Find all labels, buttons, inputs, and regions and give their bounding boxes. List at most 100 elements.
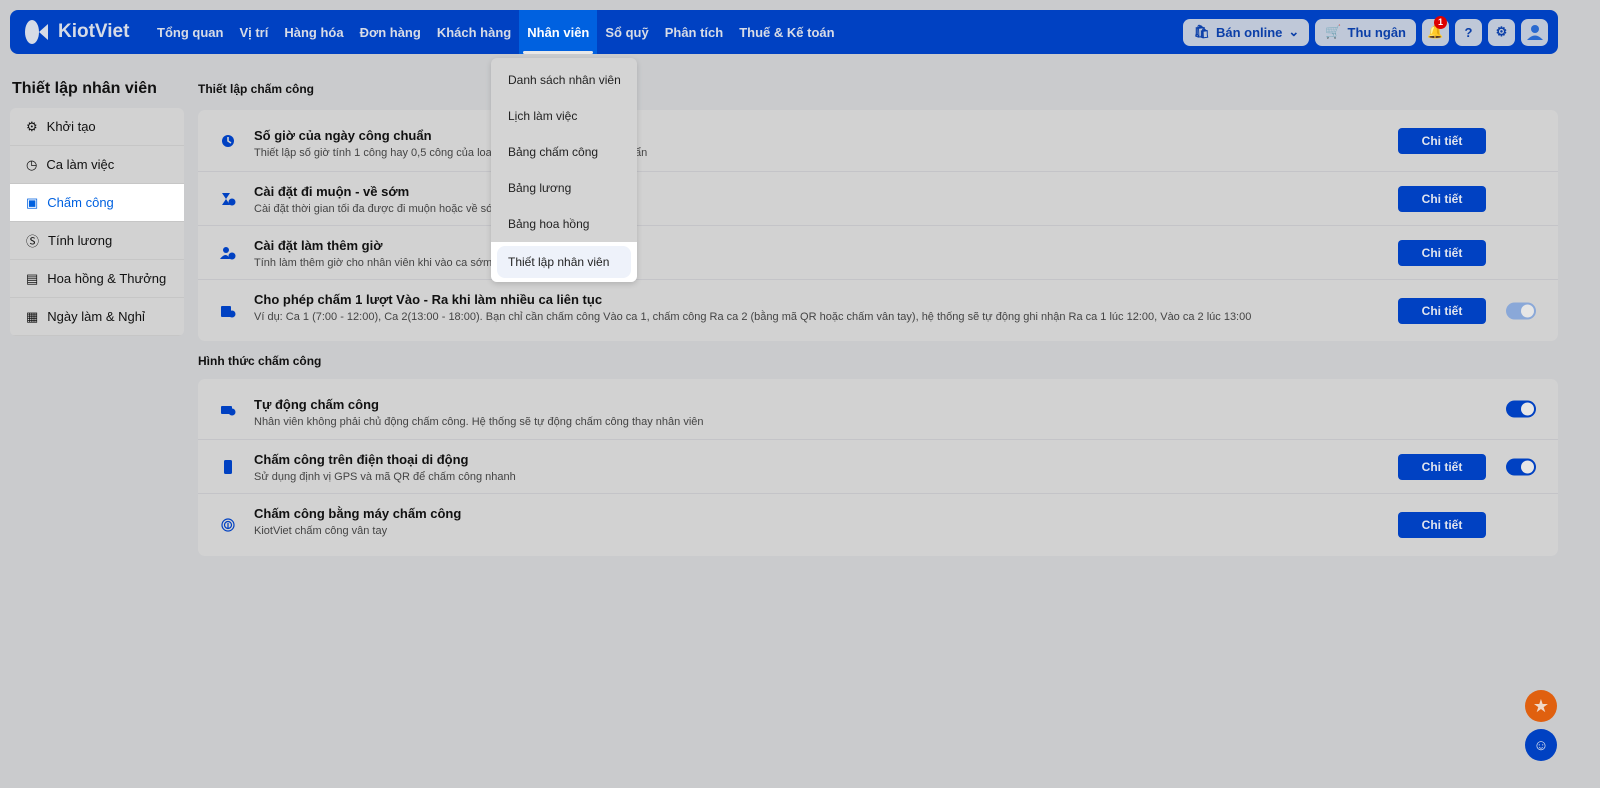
setting-row: Cài đặt đi muộn - về sớm Cài đặt thời gi… xyxy=(198,172,1558,226)
help-button[interactable]: ? xyxy=(1455,18,1482,46)
menu-item-lich-lam-viec[interactable]: Lịch làm việc xyxy=(491,98,637,134)
nhan-vien-dropdown-menu: Danh sách nhân viên Lịch làm việc Bảng c… xyxy=(491,58,637,282)
setting-desc: Thiết lập số giờ tính 1 công hay 0,5 côn… xyxy=(254,147,492,159)
user-icon xyxy=(1526,25,1543,40)
headset-icon: ☺ xyxy=(1533,736,1549,754)
setting-title: Chấm công bằng máy chấm công xyxy=(254,506,462,521)
notification-button[interactable]: 🔔 1 xyxy=(1422,15,1449,46)
thu-ngan-button[interactable]: 🛒 Thu ngân xyxy=(1315,18,1416,46)
fingerprint-icon xyxy=(221,518,235,532)
sidebar-item-label: Ngày làm & Nghỉ xyxy=(47,309,145,324)
sidebar-item-ngay-lam-nghi[interactable]: ▦ Ngày làm & Nghỉ xyxy=(10,298,184,336)
support-button[interactable]: ☺ xyxy=(1525,729,1557,761)
menu-item-bang-cham-cong[interactable]: Bảng chấm công xyxy=(491,134,637,170)
setting-desc: Sử dụng định vị GPS và mã QR để chấm côn… xyxy=(254,471,516,483)
setting-title: Tự động chấm công xyxy=(254,397,379,412)
thu-ngan-label: Thu ngân xyxy=(1347,24,1407,40)
percent-doc-icon: ▤ xyxy=(26,270,39,286)
chi-tiet-button[interactable]: Chi tiết xyxy=(1398,127,1486,154)
dollar-icon: Ⓢ xyxy=(26,234,40,249)
chi-tiet-button[interactable]: Chi tiết xyxy=(1398,453,1486,480)
gear-icon: ⚙ xyxy=(26,118,38,134)
kiotviet-logo-icon xyxy=(25,20,48,44)
settings-card: Tự động chấm công Nhân viên không phải c… xyxy=(198,379,1558,556)
gear-icon: ⚙ xyxy=(1495,24,1508,39)
setting-row: Chấm công trên điện thoại di động Sử dụn… xyxy=(198,440,1558,494)
setting-row: Tự động chấm công Nhân viên không phải c… xyxy=(198,379,1558,440)
auto-timekeeping-icon xyxy=(221,406,236,416)
setting-row: Chấm công bằng máy chấm công KiotViet ch… xyxy=(198,494,1558,556)
ban-online-button[interactable]: 🛍 Bán online ⌄ xyxy=(1183,18,1310,46)
section-title: Hình thức chấm công xyxy=(198,354,322,368)
sidebar-item-label: Chấm công xyxy=(47,195,114,210)
sidebar-item-label: Khởi tạo xyxy=(46,119,96,134)
help-icon: ? xyxy=(1464,24,1473,40)
chevron-down-icon: ⌄ xyxy=(1288,24,1300,39)
settings-card: Số giờ của ngày công chuẩn Thiết lập số … xyxy=(198,110,1558,341)
calendar-star-icon: ▦ xyxy=(26,308,39,324)
sidebar-item-label: Ca làm việc xyxy=(46,157,115,172)
shop-bag-icon: 🛍 xyxy=(1193,24,1210,39)
chi-tiet-button[interactable]: Chi tiết xyxy=(1398,512,1486,538)
mobile-phone-icon xyxy=(224,459,232,474)
tab-phan-tich[interactable]: Phân tích xyxy=(657,10,732,54)
ban-online-label: Bán online xyxy=(1215,24,1283,40)
menu-item-bang-hoa-hong[interactable]: Bảng hoa hồng xyxy=(491,206,637,242)
setting-desc: Tính làm thêm giờ cho nhân viên khi vào … xyxy=(254,257,493,269)
sidebar-item-tinh-luong[interactable]: Ⓢ Tính lương xyxy=(10,222,184,260)
tab-nhan-vien[interactable]: Nhân viên xyxy=(519,10,598,54)
setting-row: Cài đặt làm thêm giờ Tính làm thêm giờ c… xyxy=(198,226,1558,280)
user-clock-icon xyxy=(220,246,236,259)
setting-title: Cài đặt đi muộn - về sớm xyxy=(254,184,410,199)
top-navbar: KiotViet Tổng quan Vị trí Hàng hóa Đơn h… xyxy=(10,10,1558,54)
menu-item-danh-sach-nhan-vien[interactable]: Danh sách nhân viên xyxy=(491,62,637,98)
tab-khach-hang[interactable]: Khách hàng xyxy=(429,10,519,54)
sidebar-item-khoi-tao[interactable]: ⚙ Khởi tạo xyxy=(10,108,184,146)
sidebar-title: Thiết lập nhân viên xyxy=(12,80,157,97)
section-title: Thiết lập chấm công xyxy=(198,82,315,96)
clock-icon: ◷ xyxy=(26,156,38,172)
clock-icon xyxy=(222,134,234,147)
cart-icon: 🛒 xyxy=(1325,24,1342,39)
tab-vi-tri[interactable]: Vị trí xyxy=(231,10,276,54)
star-icon: ★ xyxy=(1532,695,1550,716)
setting-desc: Nhân viên không phải chủ động chấm công.… xyxy=(254,416,704,428)
sidebar-item-ca-lam-viec[interactable]: ◷ Ca làm việc xyxy=(10,146,184,184)
setting-desc: Ví dụ: Ca 1 (7:00 - 12:00), Ca 2(13:00 -… xyxy=(254,311,1252,323)
setting-title: Cài đặt làm thêm giờ xyxy=(254,238,383,253)
setting-title: Số giờ của ngày công chuẩn xyxy=(254,128,432,143)
chi-tiet-button[interactable]: Chi tiết xyxy=(1398,297,1486,324)
tab-thue-ke-toan[interactable]: Thuế & Kế toán xyxy=(731,10,842,54)
setting-title: Chấm công trên điện thoại di động xyxy=(254,452,469,467)
toggle-switch[interactable] xyxy=(1506,458,1536,475)
setting-desc: KiotViet chấm công vân tay xyxy=(254,525,388,537)
notification-badge: 1 xyxy=(1434,15,1447,29)
sidebar-item-label: Hoa hồng & Thưởng xyxy=(47,271,167,286)
toggle-switch[interactable] xyxy=(1506,302,1536,319)
calendar-check-icon: ▣ xyxy=(26,194,39,210)
tab-so-quy[interactable]: Sổ quỹ xyxy=(597,10,656,54)
tab-hang-hoa[interactable]: Hàng hóa xyxy=(276,10,351,54)
menu-item-thiet-lap-nhan-vien[interactable]: Thiết lập nhân viên xyxy=(497,246,631,278)
setting-row: Số giờ của ngày công chuẩn Thiết lập số … xyxy=(198,110,1558,172)
menu-item-bang-luong[interactable]: Bảng lương xyxy=(491,170,637,206)
favorite-button[interactable]: ★ xyxy=(1525,690,1557,722)
sidebar: ⚙ Khởi tạo ◷ Ca làm việc ▣ Chấm công Ⓢ Tính … xyxy=(10,108,184,336)
logo-text: KiotViet xyxy=(58,21,130,42)
logo[interactable]: KiotViet xyxy=(24,19,149,45)
settings-button[interactable]: ⚙ xyxy=(1488,18,1515,46)
hourglass-clock-icon xyxy=(222,192,236,205)
avatar[interactable] xyxy=(1521,18,1548,46)
calendar-clock-icon xyxy=(221,305,236,317)
toggle-switch[interactable] xyxy=(1506,400,1536,418)
setting-title: Cho phép chấm 1 lượt Vào - Ra khi làm nh… xyxy=(254,292,603,307)
tab-tong-quan[interactable]: Tổng quan xyxy=(149,10,231,54)
setting-row: Cho phép chấm 1 lượt Vào - Ra khi làm nh… xyxy=(198,280,1558,341)
chi-tiet-button[interactable]: Chi tiết xyxy=(1398,239,1486,266)
sidebar-item-hoa-hong[interactable]: ▤ Hoa hồng & Thưởng xyxy=(10,260,184,298)
sidebar-item-label: Tính lương xyxy=(48,233,113,248)
chi-tiet-button[interactable]: Chi tiết xyxy=(1398,185,1486,212)
setting-desc: Cài đặt thời gian tối đa được đi muộn ho… xyxy=(254,203,494,215)
tab-don-hang[interactable]: Đơn hàng xyxy=(352,10,429,54)
sidebar-item-cham-cong[interactable]: ▣ Chấm công xyxy=(10,184,184,222)
